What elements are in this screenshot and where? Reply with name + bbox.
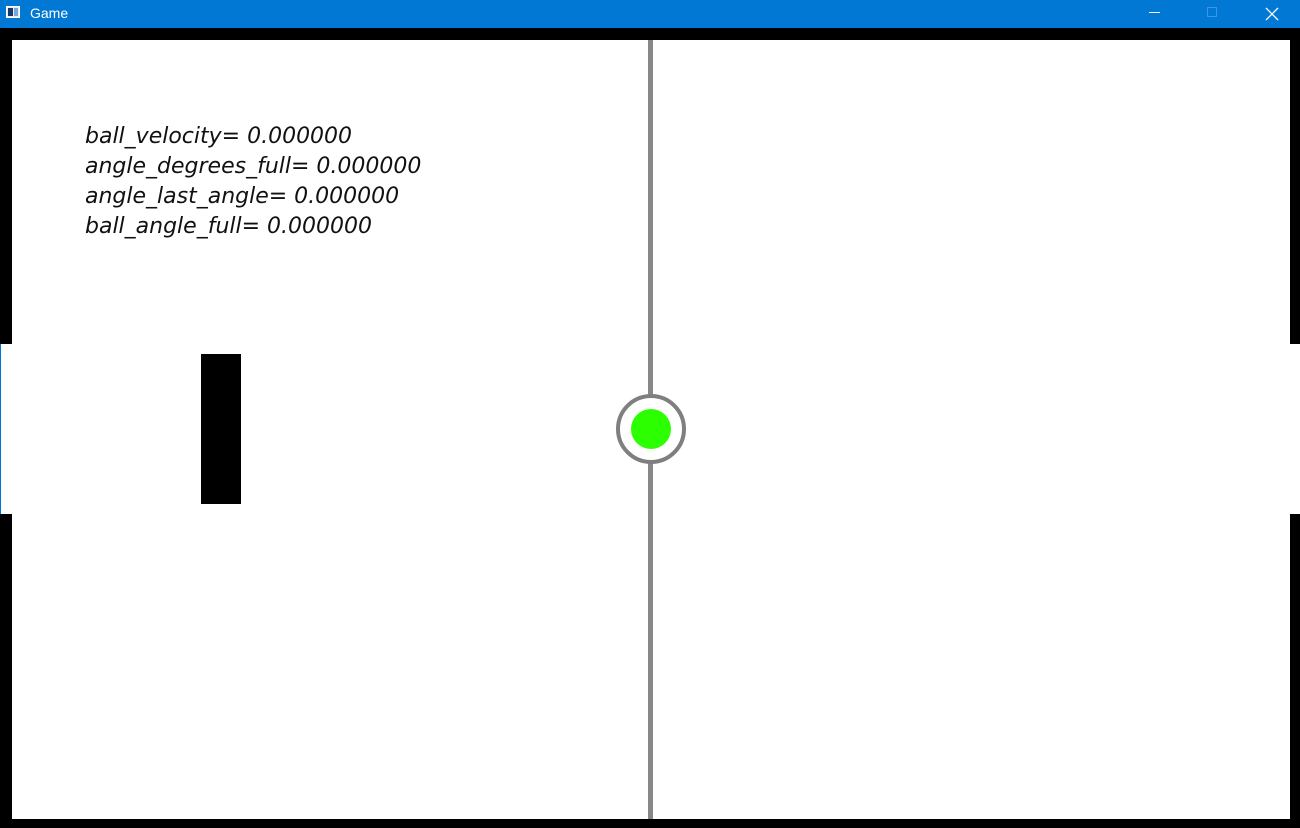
window-title: Game xyxy=(30,5,69,21)
title-bar[interactable]: Game xyxy=(0,0,1300,28)
right-goal xyxy=(1290,344,1300,514)
debug-angle-last-angle: angle_last_angle= 0.000000 xyxy=(85,184,400,209)
app-icon xyxy=(6,6,20,18)
debug-readout: ball_velocity= 0.000000 angle_degrees_fu… xyxy=(85,122,421,242)
debug-ball-velocity: ball_velocity= 0.000000 xyxy=(85,124,353,149)
game-window: Game ball_velocity= 0.000000 angle_degre… xyxy=(0,0,1300,828)
debug-angle-degrees-full: angle_degrees_full= 0.000000 xyxy=(85,154,422,179)
left-paddle[interactable] xyxy=(201,354,241,504)
debug-ball-angle-full: ball_angle_full= 0.000000 xyxy=(85,214,373,239)
close-button[interactable] xyxy=(1242,0,1300,28)
ball xyxy=(631,409,671,449)
minimize-button[interactable] xyxy=(1125,0,1183,28)
maximize-button[interactable] xyxy=(1183,0,1241,28)
left-goal xyxy=(0,344,12,514)
close-icon xyxy=(1265,7,1279,21)
